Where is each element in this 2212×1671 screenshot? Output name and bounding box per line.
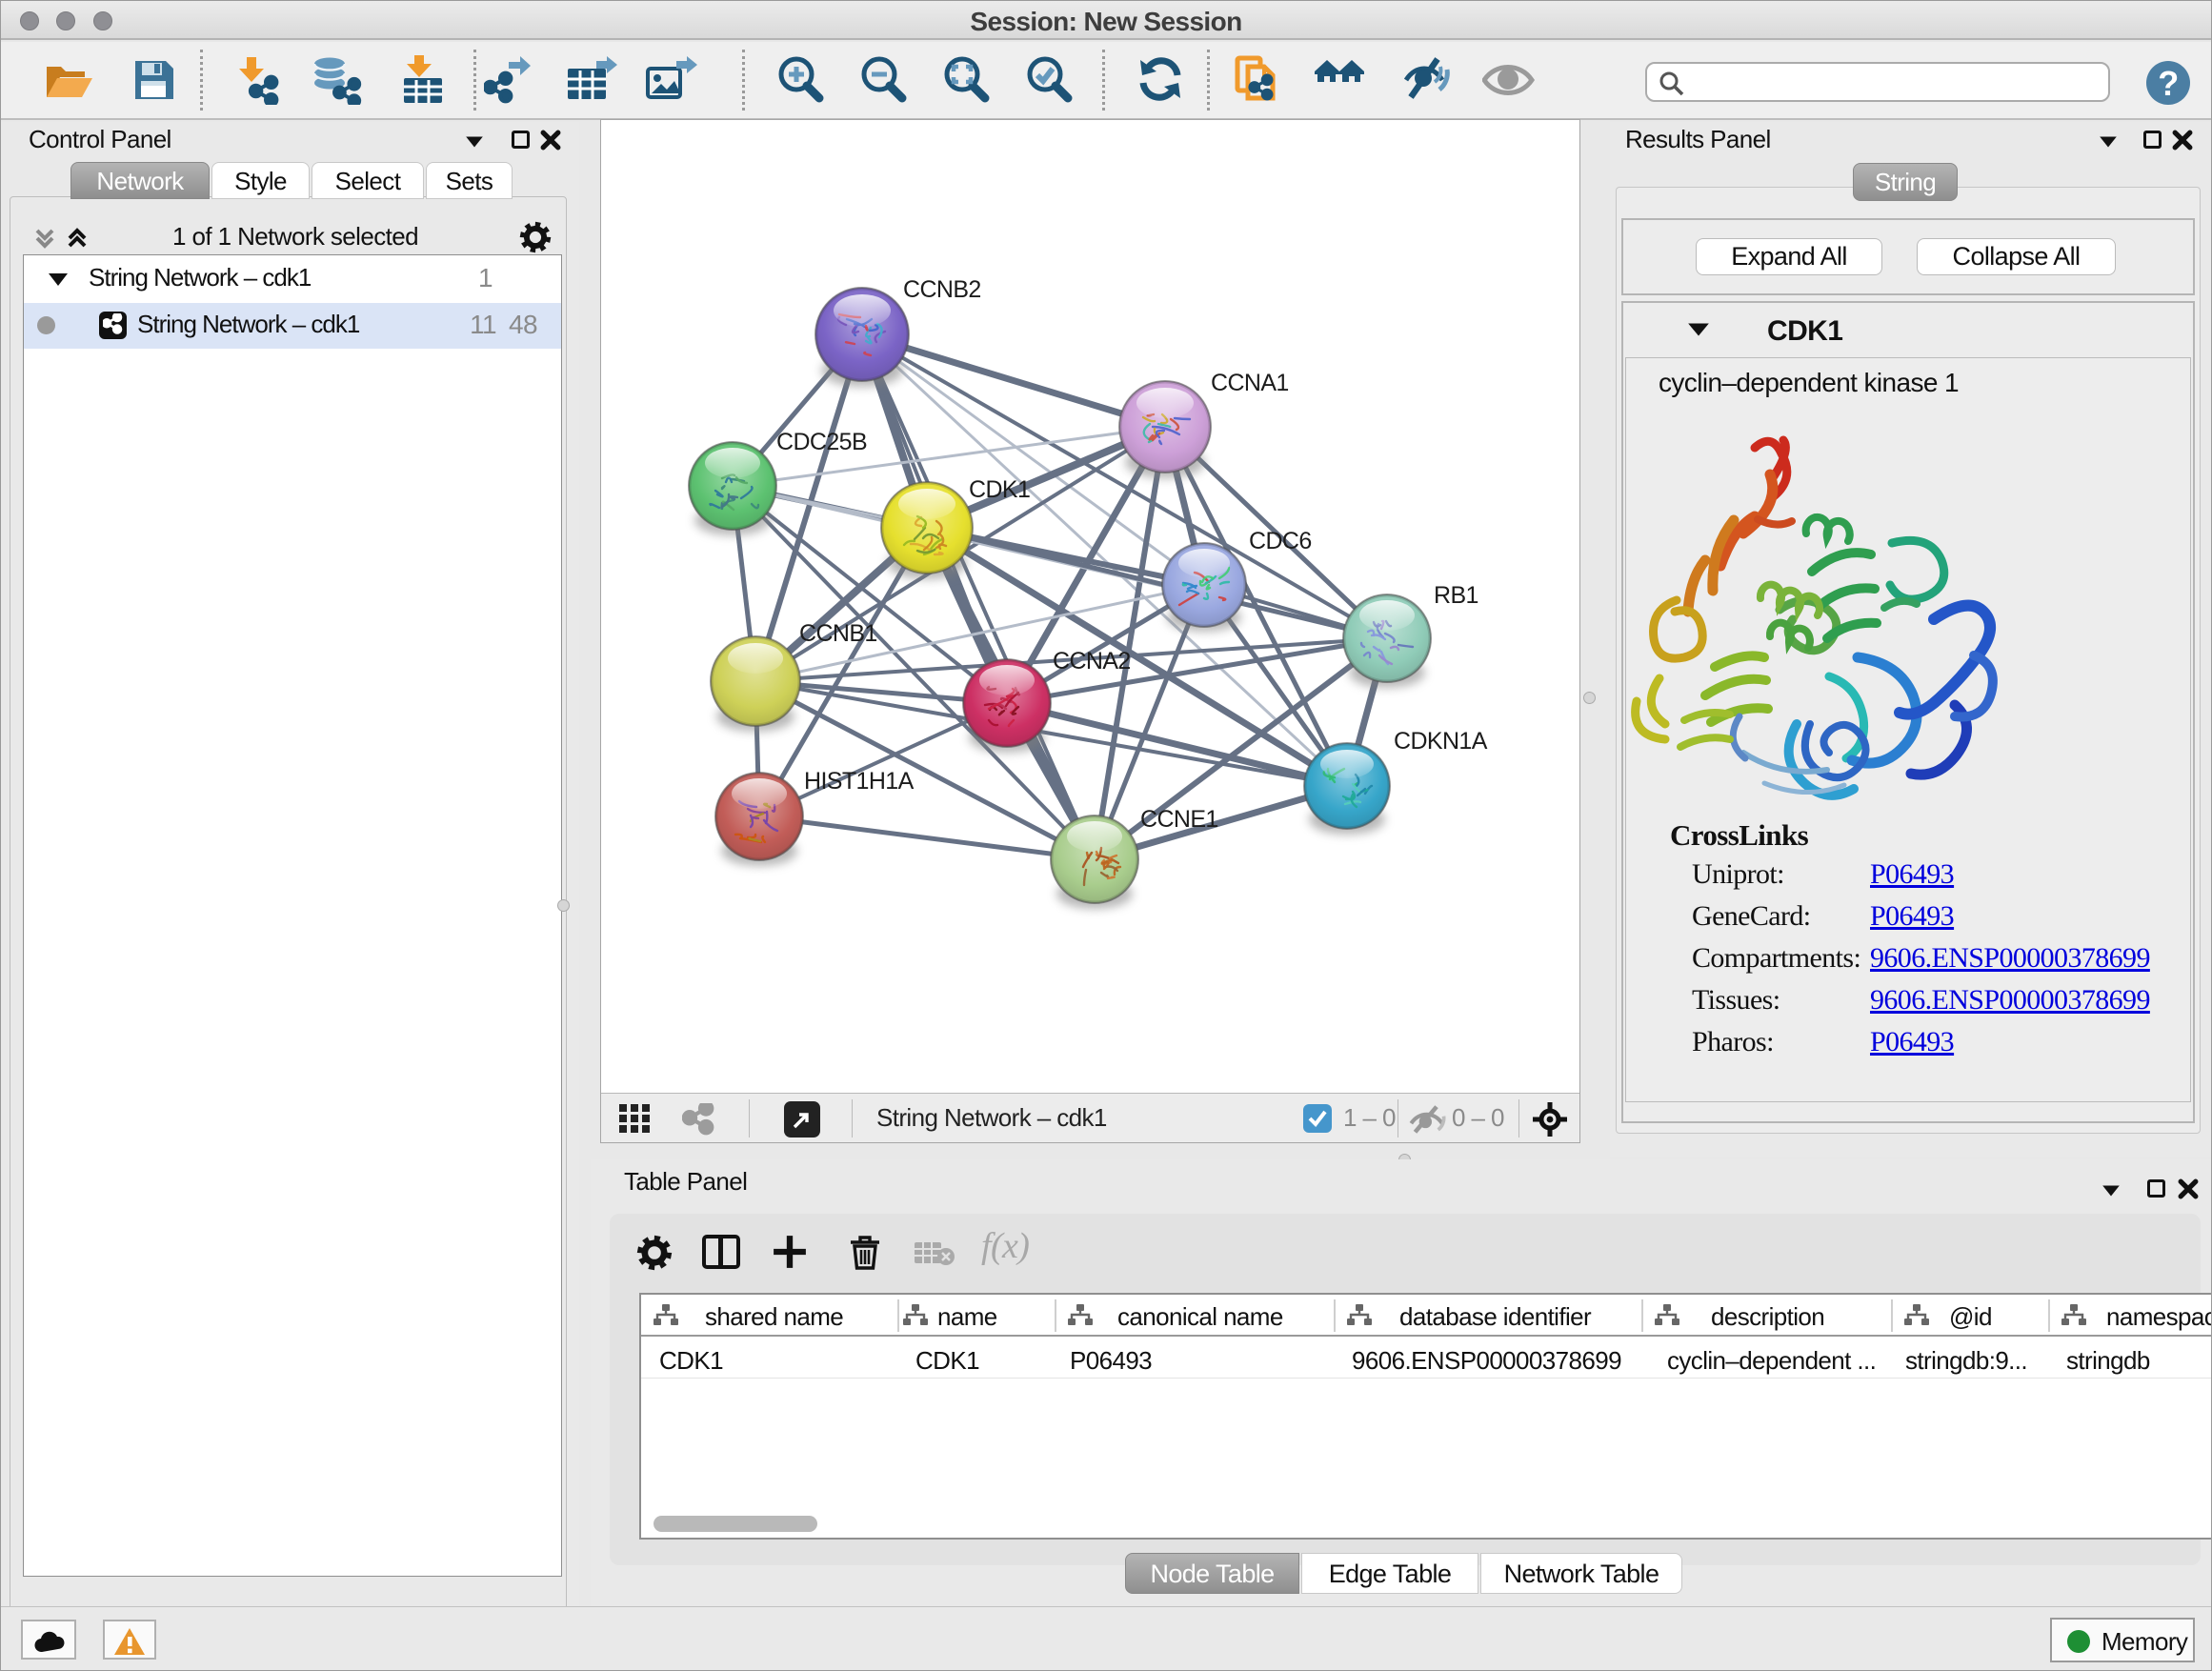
svg-text:CDKN1A: CDKN1A (1394, 728, 1488, 755)
svg-text:HIST1H1A: HIST1H1A (804, 768, 915, 795)
svg-text:CDC25B: CDC25B (776, 429, 867, 455)
svg-text:?: ? (2158, 64, 2178, 103)
svg-text:CCNE1: CCNE1 (1140, 806, 1218, 833)
svg-text:CDK1: CDK1 (969, 476, 1030, 503)
svg-text:CCNB2: CCNB2 (903, 276, 981, 303)
svg-text:RB1: RB1 (1434, 582, 1478, 609)
svg-text:CCNB1: CCNB1 (799, 620, 877, 647)
svg-text:CCNA2: CCNA2 (1053, 648, 1131, 674)
svg-text:CCNA1: CCNA1 (1211, 370, 1289, 396)
svg-text:CDC6: CDC6 (1249, 528, 1312, 554)
